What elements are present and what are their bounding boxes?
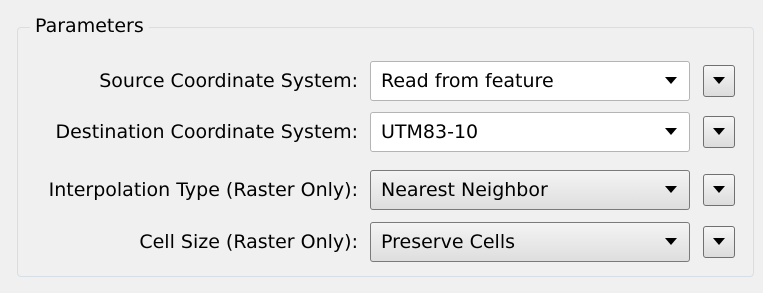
source-coordinate-system-menu-button[interactable] <box>703 65 735 97</box>
chevron-down-icon[interactable] <box>665 238 677 245</box>
source-coordinate-system-row: Source Coordinate System: Read from feat… <box>0 61 763 101</box>
destination-coordinate-system-label: Destination Coordinate System: <box>55 121 358 143</box>
chevron-down-icon[interactable] <box>665 128 677 135</box>
chevron-down-icon[interactable] <box>665 186 677 193</box>
destination-coordinate-system-row: Destination Coordinate System: UTM83-10 <box>0 112 763 152</box>
source-coordinate-system-label: Source Coordinate System: <box>99 70 358 92</box>
menu-dropdown-icon <box>713 77 725 84</box>
interpolation-type-label: Interpolation Type (Raster Only): <box>48 179 358 201</box>
menu-dropdown-icon <box>713 128 725 135</box>
cell-size-row: Cell Size (Raster Only): Preserve Cells <box>0 222 763 262</box>
source-coordinate-system-combo[interactable]: Read from feature <box>370 61 690 101</box>
destination-coordinate-system-value: UTM83-10 <box>381 121 479 143</box>
interpolation-type-dropdown[interactable]: Nearest Neighbor <box>370 170 690 210</box>
source-coordinate-system-value: Read from feature <box>381 70 554 92</box>
interpolation-type-row: Interpolation Type (Raster Only): Neares… <box>0 170 763 210</box>
menu-dropdown-icon <box>713 238 725 245</box>
cell-size-dropdown[interactable]: Preserve Cells <box>370 222 690 262</box>
cell-size-value: Preserve Cells <box>381 231 515 253</box>
interpolation-type-menu-button[interactable] <box>703 174 735 206</box>
chevron-down-icon[interactable] <box>665 77 677 84</box>
cell-size-label: Cell Size (Raster Only): <box>139 231 358 253</box>
cell-size-menu-button[interactable] <box>703 226 735 258</box>
parameters-title: Parameters <box>30 14 149 38</box>
destination-coordinate-system-combo[interactable]: UTM83-10 <box>370 112 690 152</box>
menu-dropdown-icon <box>713 186 725 193</box>
destination-coordinate-system-menu-button[interactable] <box>703 116 735 148</box>
interpolation-type-value: Nearest Neighbor <box>381 179 548 201</box>
